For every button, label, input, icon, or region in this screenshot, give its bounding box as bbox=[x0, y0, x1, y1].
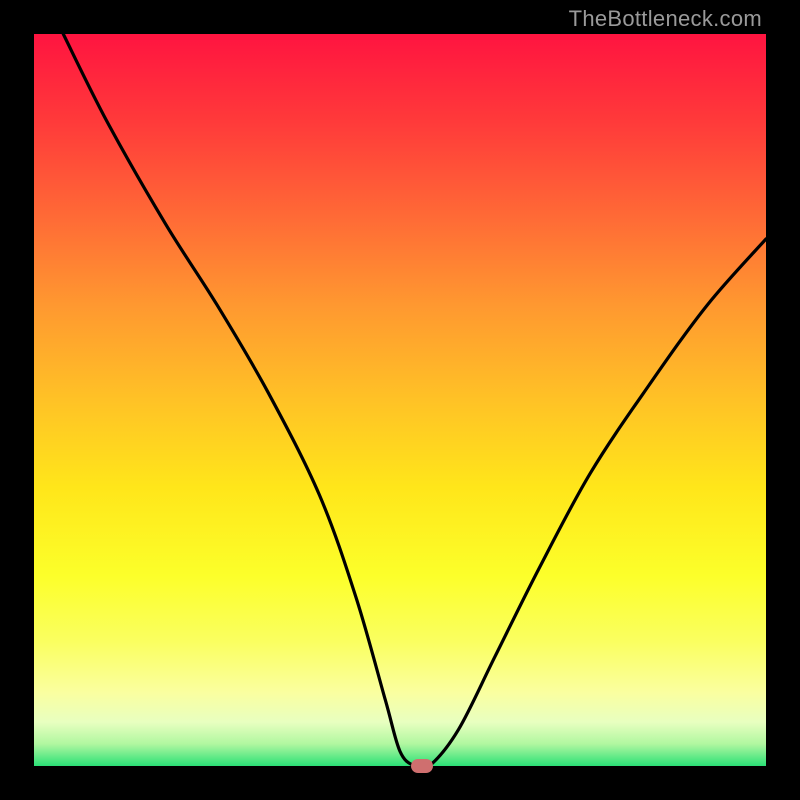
plot-area bbox=[34, 34, 766, 766]
watermark-text: TheBottleneck.com bbox=[569, 6, 762, 32]
optimum-marker bbox=[411, 759, 433, 773]
bottleneck-curve bbox=[34, 34, 766, 766]
chart-frame: TheBottleneck.com bbox=[0, 0, 800, 800]
